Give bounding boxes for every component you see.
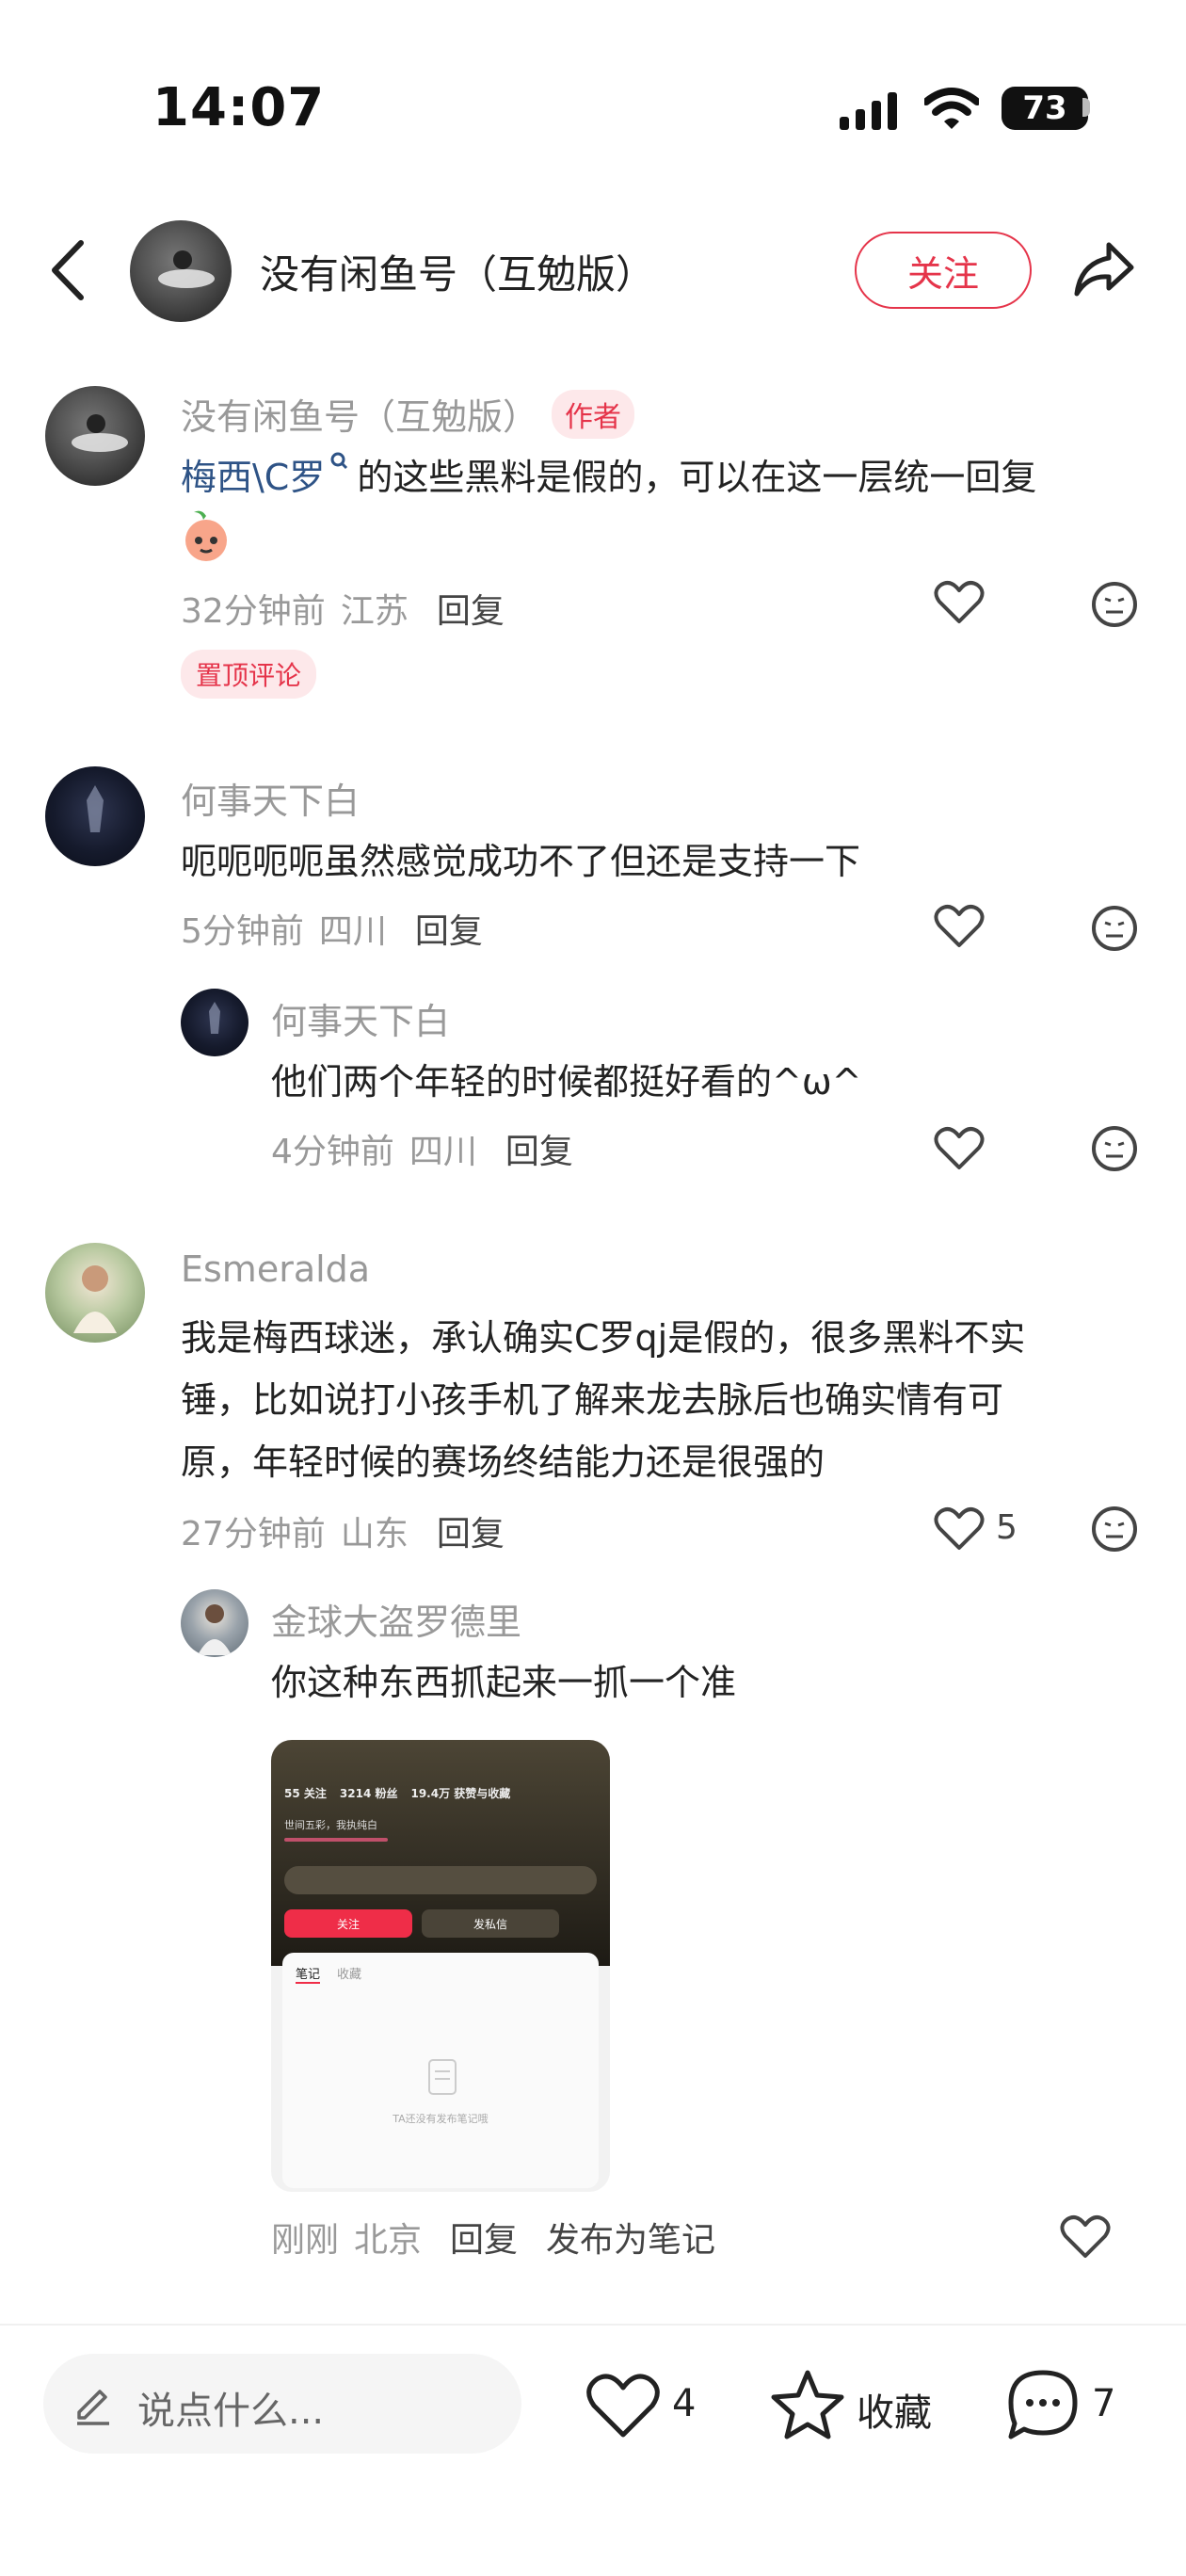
emoji-face-icon[interactable] [1090, 580, 1139, 629]
comment-text: 梅西\C罗 的这些黑料是假的，可以在这一层统一回复 [181, 446, 1131, 508]
comment-avatar[interactable] [45, 1243, 145, 1343]
collect-label[interactable]: 收藏 [857, 2382, 932, 2437]
like-count: 5 [996, 1508, 1018, 1547]
reply-meta: 刚刚 北京 回复 发布为笔记 [271, 2213, 715, 2262]
emoji-face-icon[interactable] [1090, 1505, 1139, 1554]
comment-text-line: 我是梅西球迷，承认确实C罗qj是假的，很多黑料不实 [181, 1317, 1026, 1359]
comment-author[interactable]: Esmeralda [181, 1248, 370, 1290]
comment-text-line: 原，年轻时候的赛场终结能力还是很强的 [181, 1441, 825, 1483]
comment-time: 27分钟前 [181, 1515, 326, 1554]
mention-link[interactable]: 梅西\C罗 [181, 457, 325, 498]
reply-button[interactable]: 回复 [505, 1124, 573, 1173]
figure-silhouette-icon [87, 785, 104, 832]
wifi-icon [924, 88, 979, 129]
heart-icon[interactable] [934, 1506, 985, 1552]
status-time: 14:07 [152, 77, 326, 138]
search-small-icon [330, 452, 348, 470]
reply-location: 四川 [409, 1133, 477, 1171]
comment-text: 我是梅西球迷，承认确实C罗qj是假的，很多黑料不实 锤，比如说打小孩手机了解来龙… [181, 1307, 1131, 1493]
comment-time: 32分钟前 [181, 592, 326, 631]
person-photo-icon [73, 1265, 117, 1333]
reply-button[interactable]: 回复 [437, 584, 505, 633]
figure-silhouette-icon [209, 1002, 220, 1034]
bird-silhouette-icon [72, 414, 128, 452]
reply-time: 刚刚 [271, 2221, 340, 2260]
comment-meta: 32分钟前 江苏 回复 [181, 584, 505, 633]
comment-meta: 5分钟前 四川 回复 [181, 904, 483, 953]
comment-avatar[interactable] [45, 766, 145, 866]
bio-underline [284, 1838, 388, 1842]
emoji-face-icon[interactable] [1090, 904, 1139, 953]
heart-icon[interactable] [1060, 2214, 1111, 2260]
reply-button[interactable]: 回复 [415, 904, 483, 953]
star-icon[interactable] [770, 2369, 845, 2440]
profile-follow-button: 关注 [284, 1909, 412, 1938]
comment-meta: 27分钟前 山东 回复 [181, 1506, 505, 1555]
cellular-signal-icon [840, 92, 897, 130]
profile-tabs: 笔记 收藏 [296, 1964, 361, 1984]
heart-icon[interactable] [934, 904, 985, 949]
share-icon[interactable] [1071, 239, 1137, 299]
reply-text: 他们两个年轻的时候都挺好看的^ω^ [271, 1061, 862, 1103]
comment-count: 7 [1092, 2382, 1116, 2425]
publish-as-note-button[interactable]: 发布为笔记 [546, 2213, 715, 2262]
comment-text: 呃呃呃呃虽然感觉成功不了但还是支持一下 [181, 841, 861, 882]
bird-silhouette-icon [158, 250, 215, 288]
profile-info-pill [284, 1866, 597, 1894]
comment-time: 5分钟前 [181, 912, 304, 951]
peach-emoji-icon [185, 510, 227, 561]
reply-location: 北京 [354, 2221, 423, 2260]
heart-icon[interactable] [585, 2373, 661, 2440]
reply-text: 你这种东西抓起来一抓一个准 [271, 1662, 737, 1703]
comment-avatar[interactable] [45, 386, 145, 486]
comment-text-body: 的这些黑料是假的，可以在这一层统一回复 [357, 457, 1037, 498]
battery-indicator: 73 [1002, 87, 1088, 130]
comment-location: 山东 [340, 1515, 409, 1554]
comment-location: 江苏 [340, 592, 409, 631]
reply-meta: 4分钟前 四川 回复 [271, 1124, 573, 1173]
reply-author[interactable]: 金球大盗罗德里 [271, 1593, 521, 1645]
profile-stats: 55 关注 3214 粉丝 19.4万 获赞与收藏 [284, 1785, 510, 1801]
comment-input-placeholder[interactable]: 说点什么... [137, 2380, 324, 2435]
heart-icon[interactable] [934, 1126, 985, 1171]
emoji-face-icon[interactable] [1090, 1124, 1139, 1173]
follow-button[interactable]: 关注 [855, 232, 1032, 309]
reply-avatar[interactable] [181, 989, 248, 1056]
profile-bio: 世间五彩，我执纯白 [284, 1819, 377, 1831]
comment-author[interactable]: 何事天下白 [181, 772, 360, 824]
profile-notes-area: 笔记 收藏 TA还没有发布笔记哦 [282, 1953, 599, 2188]
profile-stat: 3214 粉丝 [339, 1787, 398, 1800]
battery-tip [1082, 98, 1090, 117]
reply-button[interactable]: 回复 [437, 1506, 505, 1555]
comment-author-row: 没有闲鱼号（互勉版） 作者 [181, 388, 635, 440]
profile-message-button: 发私信 [422, 1909, 559, 1938]
profile-header-area: 55 关注 3214 粉丝 19.4万 获赞与收藏 世间五彩，我执纯白 关注 发… [271, 1740, 610, 1966]
pencil-icon [77, 2390, 109, 2425]
pinned-badge: 置顶评论 [181, 650, 317, 699]
profile-tab: 笔记 [296, 1964, 321, 1984]
bottom-divider [0, 2324, 1186, 2326]
back-chevron-icon[interactable] [47, 239, 88, 301]
note-like-count: 4 [672, 2382, 697, 2425]
comment-location: 四川 [318, 912, 387, 951]
reply-avatar[interactable] [181, 1589, 248, 1657]
profile-tab: 收藏 [337, 1968, 362, 1982]
reply-author[interactable]: 何事天下白 [271, 992, 450, 1044]
heart-icon[interactable] [934, 580, 985, 625]
comment-author[interactable]: 没有闲鱼号（互勉版） [181, 388, 538, 440]
comment-text-line: 锤，比如说打小孩手机了解来龙去脉后也确实情有可 [181, 1379, 1004, 1421]
reply-image-attachment[interactable]: 55 关注 3214 粉丝 19.4万 获赞与收藏 世间五彩，我执纯白 关注 发… [271, 1740, 610, 2192]
profile-stat: 55 关注 [284, 1787, 327, 1800]
profile-stat: 19.4万 获赞与收藏 [410, 1787, 511, 1800]
empty-notes-icon [428, 2059, 457, 2095]
header-avatar[interactable] [130, 220, 232, 322]
empty-notes-text: TA还没有发布笔记哦 [393, 2113, 489, 2125]
reply-button[interactable]: 回复 [450, 2213, 518, 2262]
reply-time: 4分钟前 [271, 1133, 394, 1171]
comment-bubble-icon[interactable] [1005, 2367, 1081, 2442]
page-title: 没有闲鱼号（互勉版） [260, 251, 656, 298]
author-badge: 作者 [552, 389, 635, 439]
person-photo-icon [198, 1604, 232, 1655]
